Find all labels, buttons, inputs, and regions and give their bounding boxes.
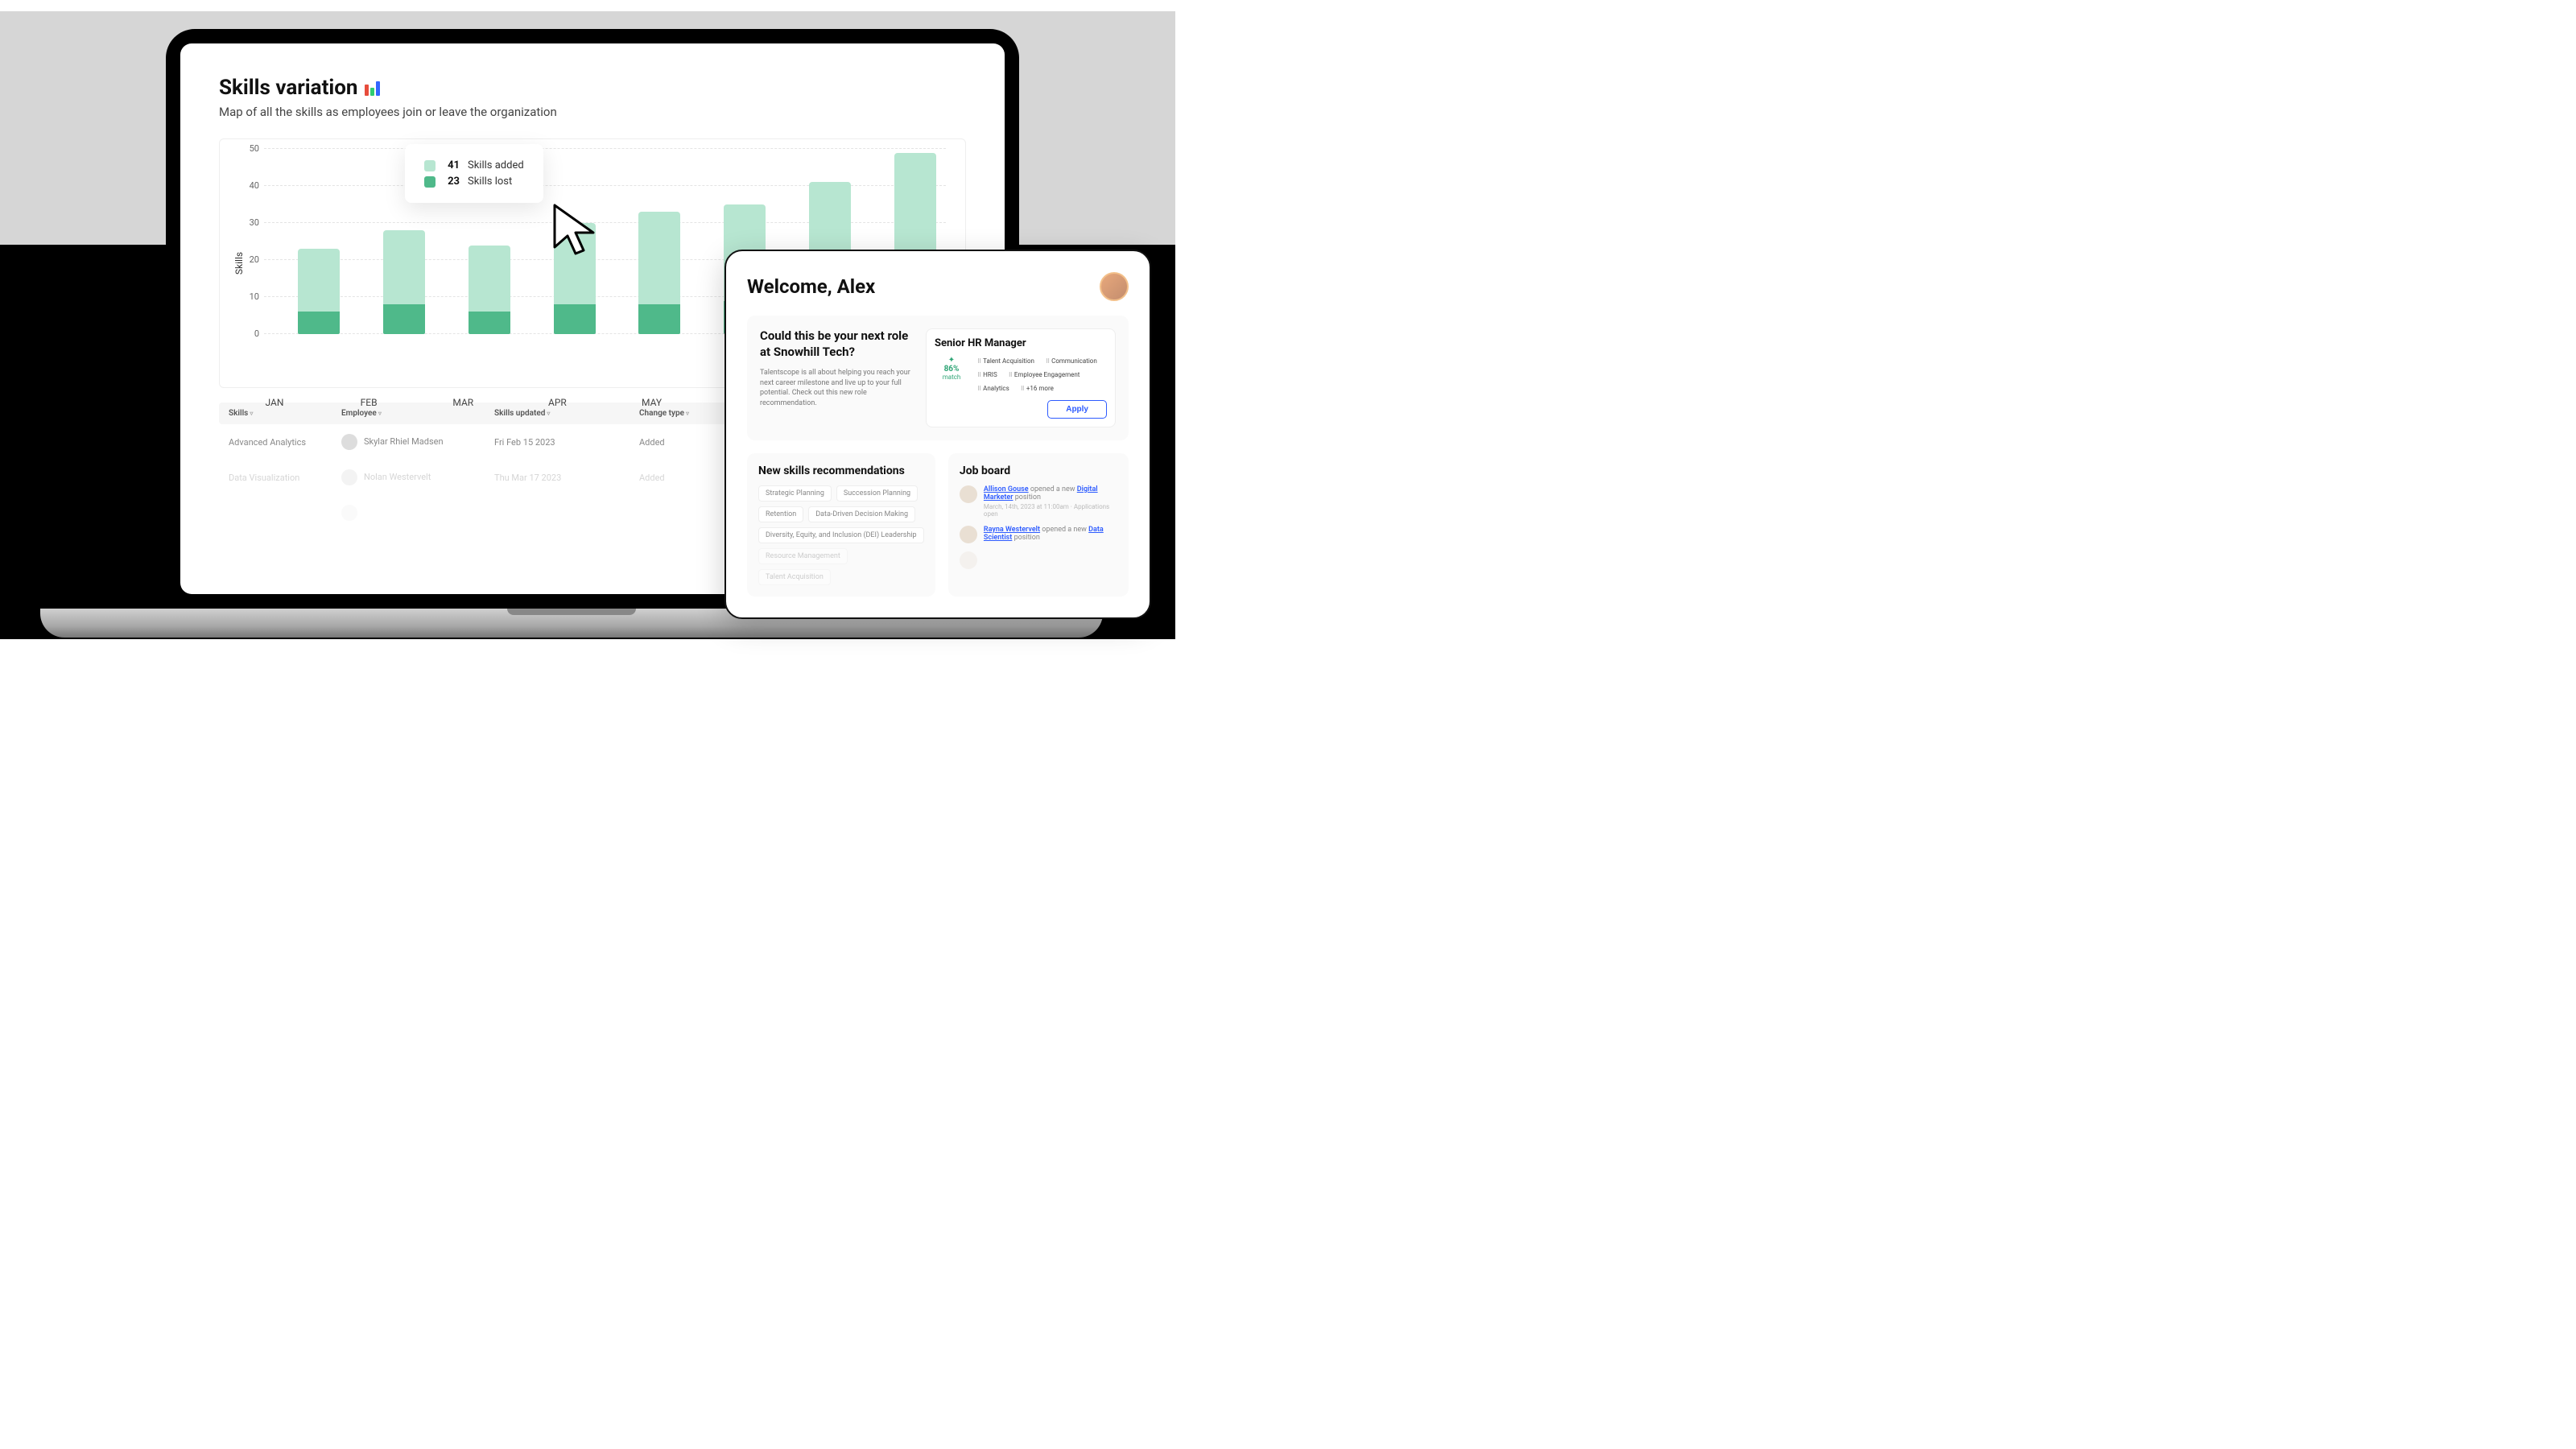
job-item[interactable]: Rayna Westervelt opened a new Data Scien…: [960, 526, 1117, 543]
job-avatar-icon: [960, 485, 977, 503]
col-skills[interactable]: Skills▿: [229, 409, 341, 418]
page-subtitle: Map of all the skills as employees join …: [219, 105, 966, 119]
match-badge: ✦ 86% match: [935, 356, 968, 381]
sort-icon: ▿: [250, 410, 253, 417]
avatar-icon: [341, 505, 357, 521]
x-label: APR: [535, 397, 580, 408]
col-change[interactable]: Change type▿: [639, 409, 736, 418]
cell-skill: Data Visualization: [229, 473, 341, 483]
job-item[interactable]: Allison Gouse opened a new Digital Marke…: [960, 485, 1117, 518]
skills-pills: Strategic PlanningSuccession Planning Ret…: [758, 485, 924, 585]
cell-date: Thu Mar 17 2023: [494, 473, 639, 483]
cell-employee: Nolan Westervelt: [341, 469, 494, 485]
job-verb: opened a new: [1042, 526, 1087, 534]
role-skill-tags: ⠿Talent Acquisition ⠿Communication ⠿HRIS ⠿E…: [973, 356, 1107, 394]
welcome-card: Welcome, Alex Could this be your next ro…: [724, 250, 1151, 619]
sort-icon: ▿: [686, 410, 689, 417]
chart-tooltip: 41 Skills added 23 Skills lost: [405, 144, 543, 203]
rec-heading: Could this be your next role at Snowhill…: [760, 328, 913, 360]
sort-icon: ▿: [547, 410, 550, 417]
skill-pill[interactable]: Data-Driven Decision Making: [808, 506, 915, 522]
apply-button[interactable]: Apply: [1047, 400, 1107, 419]
x-label: FEB: [346, 397, 391, 408]
skill-pill[interactable]: Retention: [758, 506, 803, 522]
cell-employee: [341, 505, 494, 521]
page-title: Skills variation: [219, 76, 358, 100]
x-label: MAR: [440, 397, 485, 408]
role-tag: ⠿Communication: [1042, 356, 1101, 366]
sparkle-icon: ✦: [935, 356, 968, 365]
page-title-row: Skills variation: [219, 76, 966, 100]
role-tag: ⠿Analytics: [973, 383, 1013, 394]
match-percent: 86%: [935, 365, 968, 374]
cell-employee: Skylar Rhiel Madsen: [341, 434, 494, 450]
role-recommendation: Could this be your next role at Snowhill…: [747, 316, 1129, 440]
col-updated[interactable]: Skills updated▿: [494, 409, 639, 418]
job-poster-name[interactable]: Allison Gouse: [984, 485, 1029, 493]
skills-recommendations-panel: New skills recommendations Strategic Pla…: [747, 453, 935, 597]
bar-mar[interactable]: [467, 246, 512, 334]
bar-may[interactable]: [637, 212, 682, 334]
tag-dots-icon: ⠿: [977, 358, 980, 365]
avatar-icon: [341, 469, 357, 485]
skills-panel-title: New skills recommendations: [758, 464, 924, 477]
sort-icon: ▿: [378, 410, 382, 417]
user-avatar[interactable]: [1100, 272, 1129, 301]
tooltip-lost-label: Skills lost: [468, 175, 512, 188]
job-item[interactable]: [960, 551, 1117, 569]
job-suffix: position: [1015, 493, 1041, 502]
cell-skill: Advanced Analytics: [229, 437, 341, 448]
avatar-icon: [341, 434, 357, 450]
role-tag: ⠿+16 more: [1017, 383, 1058, 394]
tag-dots-icon: ⠿: [977, 372, 980, 378]
skill-pill[interactable]: Strategic Planning: [758, 485, 832, 502]
tooltip-lost-value: 23: [444, 175, 460, 188]
bar-feb[interactable]: [382, 230, 427, 334]
job-poster-name[interactable]: Rayna Westervelt: [984, 526, 1040, 534]
job-board-panel: Job board Allison Gouse opened a new Dig…: [948, 453, 1129, 597]
swatch-added-icon: [424, 160, 436, 171]
match-word: match: [935, 374, 968, 381]
rec-description: Talentscope is all about helping you rea…: [760, 368, 913, 408]
job-avatar-icon: [960, 551, 977, 569]
cell-type: Added: [639, 473, 736, 483]
job-avatar-icon: [960, 526, 977, 543]
role-title: Senior HR Manager: [935, 337, 1107, 349]
job-verb: opened a new: [1030, 485, 1075, 493]
tooltip-added-label: Skills added: [468, 159, 524, 171]
job-board-title: Job board: [960, 464, 1117, 477]
skill-pill[interactable]: Resource Management: [758, 548, 848, 564]
job-suffix: position: [1014, 534, 1040, 542]
bar-jan[interactable]: [296, 249, 341, 334]
col-employee[interactable]: Employee▿: [341, 409, 494, 418]
tag-dots-icon: ⠿: [977, 386, 980, 392]
swatch-lost-icon: [424, 176, 436, 188]
cell-type: Added: [639, 437, 736, 448]
skill-pill[interactable]: Diversity, Equity, and Inclusion (DEI) L…: [758, 527, 924, 543]
tooltip-added-value: 41: [444, 159, 460, 171]
welcome-heading: Welcome, Alex: [747, 275, 875, 298]
role-tag: ⠿Talent Acquisition: [973, 356, 1038, 366]
cursor-icon: [550, 202, 609, 265]
x-label: MAY: [630, 397, 675, 408]
cell-date: Fri Feb 15 2023: [494, 437, 639, 448]
job-meta: March, 14th, 2023 at 11:00am · Applicati…: [984, 503, 1117, 518]
tag-dots-icon: ⠿: [1009, 372, 1012, 378]
bar-chart-icon: [365, 80, 380, 96]
tag-dots-icon: ⠿: [1046, 358, 1049, 365]
role-tag: ⠿Employee Engagement: [1005, 369, 1084, 380]
skill-pill[interactable]: Succession Planning: [836, 485, 918, 502]
tag-dots-icon: ⠿: [1021, 386, 1024, 392]
skill-pill[interactable]: Talent Acquisition: [758, 569, 831, 585]
x-label: JAN: [252, 397, 297, 408]
role-tag: ⠿HRIS: [973, 369, 1001, 380]
